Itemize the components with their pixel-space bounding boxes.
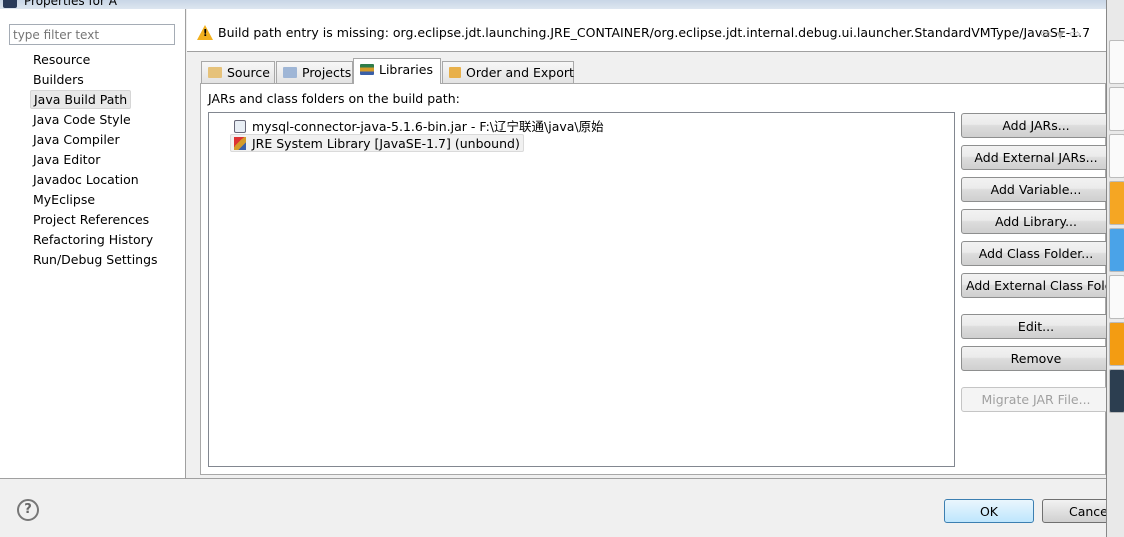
tab-label: Order and Export	[466, 65, 574, 80]
entry-label: mysql-connector-java-5.1.6-bin.jar - F:\…	[252, 119, 604, 134]
tree-item-myeclipse[interactable]: MyEclipse	[30, 191, 98, 208]
taskbar-strip	[1106, 0, 1124, 537]
window-title: Properties for A	[24, 0, 117, 8]
tree-item-refactoring-history[interactable]: Refactoring History	[30, 231, 156, 248]
tree-item-project-references[interactable]: Project References	[30, 211, 152, 228]
dropdown-icon[interactable]: ▼	[1057, 31, 1070, 41]
order-arrows-icon	[449, 67, 461, 78]
edit-button[interactable]: Edit...	[961, 314, 1111, 339]
add-external-jars-button[interactable]: Add External JARs...	[961, 145, 1111, 170]
add-jars-button[interactable]: Add JARs...	[961, 113, 1111, 138]
tree-item-javadoc-location[interactable]: Javadoc Location	[30, 171, 142, 188]
list-item[interactable]: mysql-connector-java-5.1.6-bin.jar - F:\…	[231, 115, 607, 134]
taskbar-item[interactable]	[1109, 275, 1124, 319]
ok-button[interactable]: OK	[944, 499, 1034, 523]
build-path-list[interactable]	[208, 112, 955, 467]
jar-icon	[234, 120, 246, 133]
tab-libraries[interactable]: Libraries	[353, 58, 441, 84]
back-arrow-icon[interactable]: ⇦	[1040, 27, 1057, 42]
source-folder-icon	[208, 67, 222, 78]
tab-source[interactable]: Source	[201, 61, 275, 83]
migrate-jar-button[interactable]: Migrate JAR File...	[961, 387, 1111, 412]
history-nav[interactable]: ⇦▼⇨	[1040, 27, 1087, 42]
entry-label: JRE System Library [JavaSE-1.7] (unbound…	[252, 136, 520, 151]
warning-icon: !	[197, 25, 213, 40]
tree-item-java-build-path[interactable]: Java Build Path	[30, 90, 132, 109]
taskbar-item[interactable]	[1109, 228, 1124, 272]
tab-label: Projects	[302, 65, 352, 80]
build-path-label: JARs and class folders on the build path…	[208, 91, 460, 106]
add-variable-button[interactable]: Add Variable...	[961, 177, 1111, 202]
add-class-folder-button[interactable]: Add Class Folder...	[961, 241, 1111, 266]
divider	[0, 478, 1106, 479]
filter-input[interactable]	[9, 24, 175, 45]
tab-label: Source	[227, 65, 270, 80]
projects-folder-icon	[283, 67, 297, 78]
tree-item-java-editor[interactable]: Java Editor	[30, 151, 103, 168]
warning-message: Build path entry is missing: org.eclipse…	[218, 25, 1091, 40]
library-error-icon	[234, 137, 246, 150]
remove-button[interactable]: Remove	[961, 346, 1111, 371]
tab-label: Libraries	[379, 62, 433, 77]
help-icon[interactable]: ?	[17, 499, 39, 521]
title-bar: Properties for A	[0, 0, 1106, 9]
taskbar-item[interactable]	[1109, 40, 1124, 84]
app-icon	[3, 0, 17, 8]
tree-item-resource[interactable]: Resource	[30, 51, 93, 68]
tab-projects[interactable]: Projects	[276, 61, 353, 83]
taskbar-item[interactable]	[1109, 322, 1124, 366]
add-library-button[interactable]: Add Library...	[961, 209, 1111, 234]
libraries-icon	[360, 64, 374, 75]
tree-item-run-debug-settings[interactable]: Run/Debug Settings	[30, 251, 161, 268]
taskbar-item[interactable]	[1109, 87, 1124, 131]
tree-item-java-code-style[interactable]: Java Code Style	[30, 111, 134, 128]
taskbar-item[interactable]	[1109, 369, 1124, 413]
tree-item-java-compiler[interactable]: Java Compiler	[30, 131, 123, 148]
tree-item-builders[interactable]: Builders	[30, 71, 87, 88]
list-item[interactable]: JRE System Library [JavaSE-1.7] (unbound…	[230, 134, 524, 152]
add-external-class-folder-button[interactable]: Add External Class Folder...	[961, 273, 1111, 298]
tab-order-and-export[interactable]: Order and Export	[442, 61, 574, 83]
forward-arrow-icon[interactable]: ⇨	[1070, 27, 1087, 42]
taskbar-item[interactable]	[1109, 181, 1124, 225]
taskbar-item[interactable]	[1109, 134, 1124, 178]
